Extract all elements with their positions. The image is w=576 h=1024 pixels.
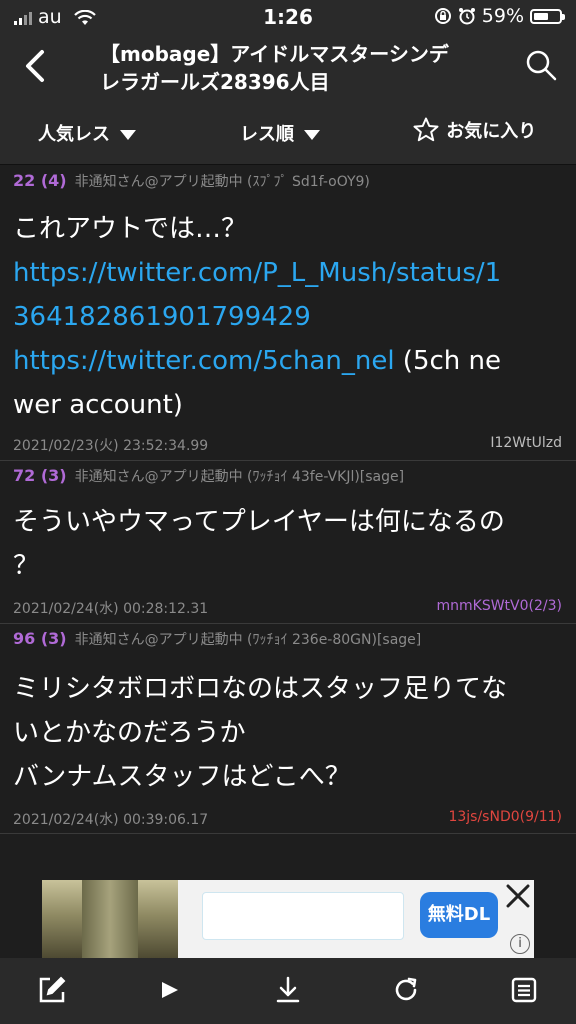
- post-body: ミリシタボロボロなのはスタッフ足りてな いとかなのだろうか バンナムスタッフはど…: [13, 667, 566, 799]
- compose-icon[interactable]: [36, 974, 68, 1006]
- ad-image: [42, 880, 178, 958]
- post-text: wer account): [13, 390, 183, 420]
- caret-down-icon: [304, 130, 320, 140]
- status-bar: au 1:26 59%: [0, 0, 576, 34]
- favorite-label: お気に入り: [446, 121, 537, 142]
- thread-title-line-2: レラガールズ28396人目: [100, 70, 330, 94]
- ad-input-box: [202, 892, 404, 940]
- post-link[interactable]: https://twitter.com/P_L_Mush/status/1 364…: [13, 251, 566, 339]
- post-text: そういやウマってプレイヤーは何になるの: [13, 507, 505, 537]
- search-icon[interactable]: [524, 48, 558, 82]
- post-name: 非通知さん@アプリ起動中 (ｽﾌﾟﾌﾟ Sd1f-oOY9): [74, 174, 370, 190]
- post-id[interactable]: I12WtUlzd: [490, 435, 562, 451]
- post-item[interactable]: 22 (4) 非通知さん@アプリ起動中 (ｽﾌﾟﾌﾟ Sd1f-oOY9) これア…: [0, 165, 576, 461]
- battery-icon: [530, 8, 565, 24]
- post-body: これアウトでは…？ https://twitter.com/P_L_Mush/s…: [13, 207, 566, 427]
- bottom-toolbar: [0, 958, 576, 1024]
- post-date: 2021/02/24(水) 00:39:06.17: [13, 812, 209, 828]
- favorite-button[interactable]: お気に入り: [412, 116, 536, 144]
- alarm-icon: [458, 8, 475, 25]
- menu-icon[interactable]: [508, 974, 540, 1006]
- post-number[interactable]: 72 (3): [13, 466, 67, 485]
- ad-banner[interactable]: 無料DL i: [42, 880, 534, 958]
- post-text: ？: [13, 551, 40, 581]
- download-icon[interactable]: [272, 974, 304, 1006]
- thread-title-line-1: 【mobage】アイドルマスターシンデ: [100, 42, 449, 66]
- popular-dropdown[interactable]: 人気レス: [38, 120, 136, 146]
- caret-down-icon: [120, 130, 136, 140]
- thread-title: 【mobage】アイドルマスターシンデ レラガールズ28396人目: [100, 40, 500, 96]
- post-link[interactable]: https://twitter.com/5chan_nel: [13, 346, 395, 376]
- rotation-lock-icon: [434, 8, 451, 24]
- post-text: バンナムスタッフはどこへ？: [13, 762, 351, 792]
- post-number[interactable]: 22 (4): [13, 171, 67, 190]
- refresh-icon[interactable]: [390, 974, 422, 1006]
- star-icon: [413, 117, 439, 142]
- post-name: 非通知さん@アプリ起動中 (ﾜｯﾁｮｲ 43fe-VKJl)[sage]: [74, 469, 405, 485]
- sort-toolbar: 人気レス レス順 お気に入り: [0, 102, 576, 165]
- header: 【mobage】アイドルマスターシンデ レラガールズ28396人目: [0, 34, 576, 102]
- post-item[interactable]: 72 (3) 非通知さん@アプリ起動中 (ﾜｯﾁｮｲ 43fe-VKJl)[sag…: [0, 460, 576, 624]
- post-item[interactable]: 96 (3) 非通知さん@アプリ起動中 (ﾜｯﾁｮｲ 236e-80GN)[sag…: [0, 623, 576, 834]
- post-id[interactable]: mnmKSWtV0(2/3): [437, 598, 563, 614]
- play-icon[interactable]: [154, 974, 186, 1006]
- ad-download-button[interactable]: 無料DL: [420, 892, 498, 938]
- close-icon[interactable]: [504, 882, 532, 910]
- order-dropdown[interactable]: レス順: [240, 120, 320, 146]
- post-number[interactable]: 96 (3): [13, 629, 67, 648]
- post-text: (5ch ne: [394, 346, 502, 376]
- post-date: 2021/02/24(水) 00:28:12.31: [13, 601, 209, 617]
- post-text: これアウトでは…？: [13, 214, 248, 244]
- post-date: 2021/02/23(火) 23:52:34.99: [13, 438, 209, 454]
- back-icon[interactable]: [16, 46, 56, 86]
- post-text: いとかなのだろうか: [13, 718, 246, 748]
- battery-percent: 59%: [481, 5, 524, 27]
- post-name: 非通知さん@アプリ起動中 (ﾜｯﾁｮｲ 236e-80GN)[sage]: [74, 632, 422, 648]
- order-label: レス順: [240, 124, 294, 145]
- post-id[interactable]: 13js/sND0(9/11): [448, 809, 562, 825]
- post-body: そういやウマってプレイヤーは何になるの ？: [13, 500, 566, 588]
- ad-info-icon[interactable]: i: [510, 934, 530, 954]
- post-header: 22 (4) 非通知さん@アプリ起動中 (ｽﾌﾟﾌﾟ Sd1f-oOY9): [13, 171, 370, 191]
- post-header: 96 (3) 非通知さん@アプリ起動中 (ﾜｯﾁｮｲ 236e-80GN)[sag…: [13, 629, 421, 649]
- popular-label: 人気レス: [38, 124, 110, 145]
- post-header: 72 (3) 非通知さん@アプリ起動中 (ﾜｯﾁｮｲ 43fe-VKJl)[sag…: [13, 466, 404, 486]
- status-right: 59%: [434, 5, 565, 27]
- post-text: ミリシタボロボロなのはスタッフ足りてな: [13, 674, 508, 704]
